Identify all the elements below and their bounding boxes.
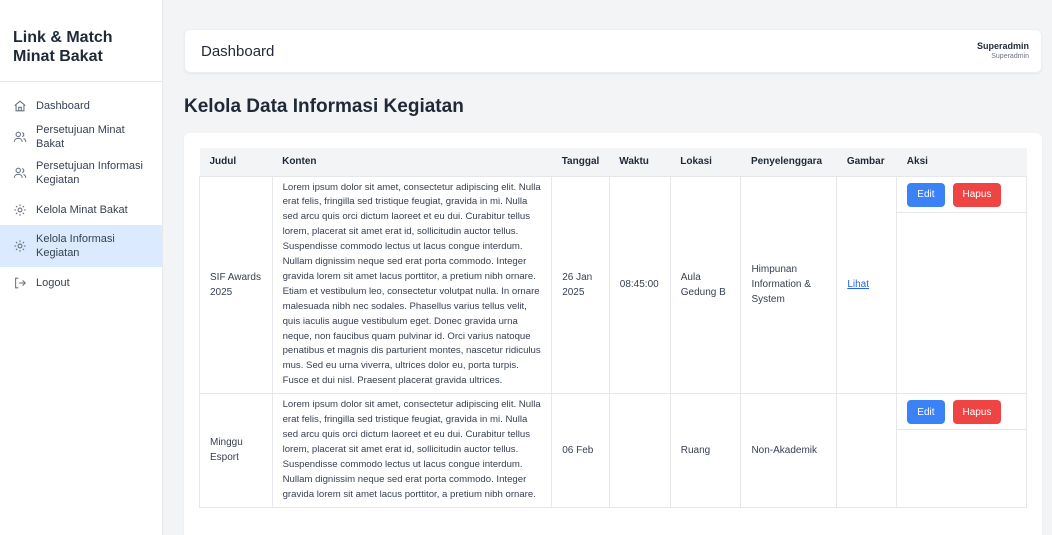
- cell-aksi: Edit Hapus: [896, 175, 1027, 395]
- sidebar-item-label: Logout: [36, 276, 70, 289]
- users-icon: [13, 130, 27, 144]
- cell-aksi: Edit Hapus: [896, 393, 1027, 508]
- cell-tanggal: 26 Jan 2025: [551, 175, 610, 395]
- top-bar: Dashboard Superadmin Superadmin: [184, 29, 1042, 73]
- user-name: Superadmin: [976, 41, 1029, 51]
- cell-penyelenggara: Himpunan Information & System: [740, 175, 838, 395]
- sidebar-item-label: Kelola Minat Bakat: [36, 203, 128, 216]
- sidebar-nav: Dashboard Persetujuan Minat Bakat Perset…: [0, 82, 162, 298]
- row-actions: Edit Hapus: [897, 177, 1026, 213]
- home-icon: [13, 99, 27, 113]
- table-card: Judul Konten Tanggal Waktu Lokasi Penyel…: [184, 133, 1042, 535]
- sidebar-item-label: Dashboard: [36, 99, 90, 112]
- cell-gambar: Lihat: [836, 175, 898, 395]
- table-header-row: Judul Konten Tanggal Waktu Lokasi Penyel…: [199, 148, 1027, 177]
- user-menu[interactable]: Superadmin Superadmin: [977, 41, 1029, 62]
- cell-penyelenggara: Non-Akademik: [740, 393, 838, 508]
- cell-lokasi: Ruang: [669, 393, 742, 508]
- cell-lokasi: Aula Gedung B: [669, 175, 742, 395]
- brand-line-2: Minat Bakat: [13, 48, 103, 65]
- table-row: Minggu Esport Lorem ipsum dolor sit amet…: [199, 393, 1027, 508]
- column-header-waktu: Waktu: [609, 148, 671, 177]
- cell-judul: SIF Awards 2025: [199, 175, 273, 395]
- cell-tanggal: 06 Feb: [551, 393, 610, 508]
- cell-judul: Minggu Esport: [199, 393, 273, 508]
- lihat-gambar-link[interactable]: Lihat: [847, 279, 869, 290]
- column-header-penyelenggara: Penyelenggara: [740, 148, 837, 177]
- row-actions: Edit Hapus: [897, 394, 1026, 431]
- sidebar-item-kelola-informasi-kegiatan[interactable]: Kelola Informasi Kegiatan: [0, 225, 162, 267]
- delete-button[interactable]: Hapus: [952, 400, 1002, 425]
- column-header-tanggal: Tanggal: [551, 148, 610, 177]
- sidebar-item-logout[interactable]: Logout: [0, 267, 162, 298]
- edit-button[interactable]: Edit: [907, 400, 945, 425]
- sidebar-item-dashboard[interactable]: Dashboard: [0, 90, 162, 121]
- brand-line-1: Link & Match: [13, 29, 113, 46]
- gear-icon: [13, 239, 27, 253]
- sidebar: Link & Match Minat Bakat Dashboard Perse…: [0, 0, 163, 535]
- sidebar-item-label: Persetujuan Informasi Kegiatan: [36, 160, 143, 186]
- column-header-konten: Konten: [272, 148, 552, 177]
- sidebar-item-label: Kelola Informasi Kegiatan: [36, 233, 115, 259]
- sidebar-item-kelola-minat-bakat[interactable]: Kelola Minat Bakat: [0, 194, 162, 225]
- edit-button[interactable]: Edit: [907, 182, 945, 207]
- cell-waktu: 08:45:00: [608, 175, 671, 395]
- page-title: Dashboard: [201, 43, 275, 60]
- app-brand: Link & Match Minat Bakat: [0, 0, 162, 82]
- column-header-gambar: Gambar: [836, 148, 897, 177]
- column-header-aksi: Aksi: [896, 148, 1027, 177]
- sidebar-item-persetujuan-minat-bakat[interactable]: Persetujuan Minat Bakat: [0, 121, 162, 152]
- cell-konten: Lorem ipsum dolor sit amet, consectetur …: [271, 175, 553, 395]
- column-header-judul: Judul: [199, 148, 273, 177]
- gear-icon: [13, 203, 27, 217]
- column-header-lokasi: Lokasi: [670, 148, 741, 177]
- cell-waktu: [608, 393, 671, 508]
- users-icon: [13, 166, 27, 180]
- delete-button[interactable]: Hapus: [952, 182, 1002, 207]
- table-row: SIF Awards 2025 Lorem ipsum dolor sit am…: [199, 175, 1027, 395]
- sidebar-item-persetujuan-informasi-kegiatan[interactable]: Persetujuan Informasi Kegiatan: [0, 152, 162, 194]
- kegiatan-table: Judul Konten Tanggal Waktu Lokasi Penyel…: [199, 148, 1027, 508]
- cell-konten: Lorem ipsum dolor sit amet, consectetur …: [271, 393, 553, 508]
- user-role: Superadmin: [991, 53, 1029, 60]
- logout-icon: [13, 276, 27, 290]
- section-heading: Kelola Data Informasi Kegiatan: [184, 96, 464, 117]
- sidebar-item-label: Persetujuan Minat Bakat: [36, 123, 125, 150]
- cell-gambar: [836, 393, 898, 508]
